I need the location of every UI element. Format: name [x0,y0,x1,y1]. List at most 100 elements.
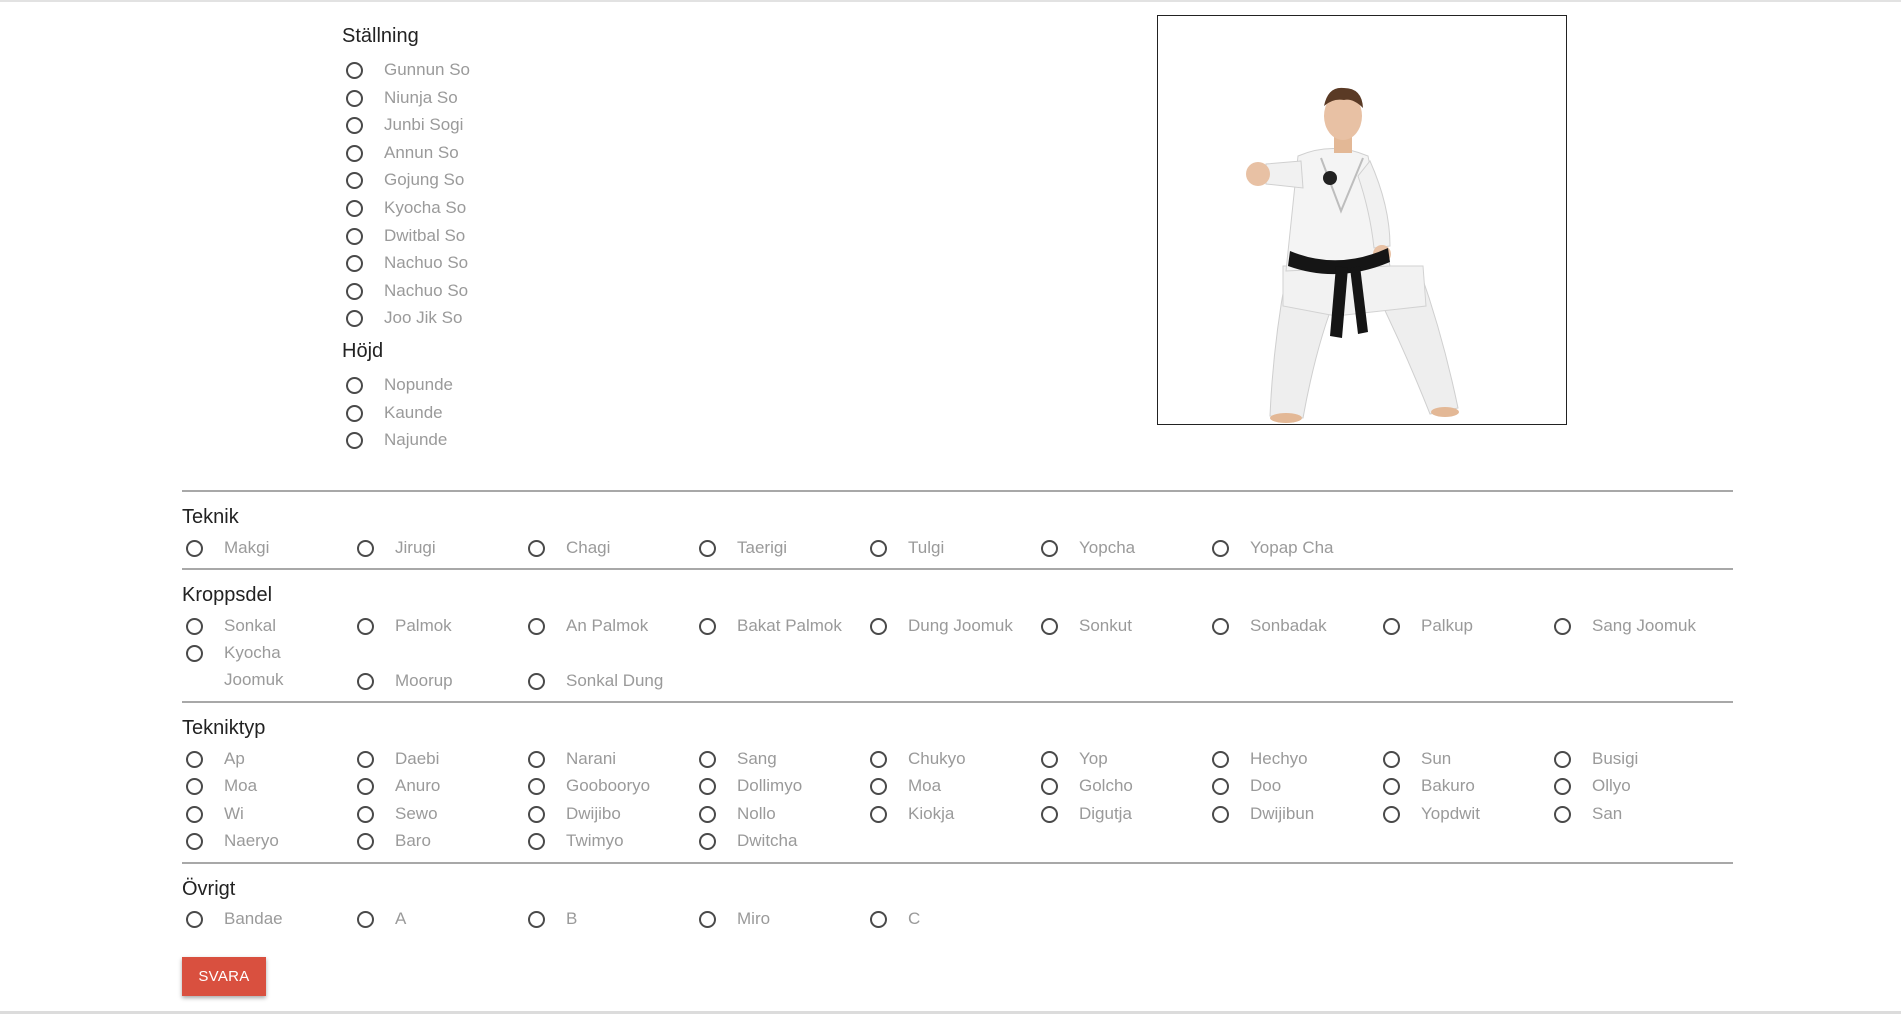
kroppsdel-option[interactable]: Palkup [1383,616,1473,640]
tekniktyp-option[interactable]: Sewo [357,804,438,828]
kroppsdel-option[interactable]: Sonkal [186,616,276,640]
hojd-option[interactable]: Najunde [346,430,447,454]
tekniktyp-option[interactable]: Moa [870,776,941,800]
radio-button[interactable] [346,144,363,162]
radio-button[interactable] [186,832,203,850]
stallning-option[interactable]: Gunnun So [346,60,470,84]
ovrigt-option[interactable]: Miro [699,909,770,933]
kroppsdel-option[interactable]: Sonkal Dung [528,671,663,695]
radio-button[interactable] [346,404,363,422]
kroppsdel-option[interactable]: Kyocha Joomuk [186,643,324,689]
tekniktyp-option[interactable]: Daebi [357,749,439,773]
radio-button[interactable] [870,911,887,928]
tekniktyp-option[interactable]: Wi [186,804,244,828]
radio-button[interactable] [1041,778,1058,796]
kroppsdel-option[interactable]: Sonbadak [1212,616,1327,640]
teknik-option[interactable]: Tulgi [870,538,944,562]
radio-button[interactable] [1212,618,1229,635]
radio-button[interactable] [357,540,374,557]
svara-button[interactable]: SVARA [182,957,266,996]
kroppsdel-option[interactable]: Dung Joomuk [870,616,1013,640]
radio-button[interactable] [346,172,363,190]
radio-button[interactable] [357,672,374,690]
ovrigt-option[interactable]: Bandae [186,909,283,933]
radio-button[interactable] [186,751,203,768]
radio-button[interactable] [699,805,716,823]
tekniktyp-option[interactable]: Ap [186,749,245,773]
stallning-option[interactable]: Dwitbal So [346,226,465,250]
radio-button[interactable] [528,618,545,635]
tekniktyp-option[interactable]: Yop [1041,749,1108,773]
radio-button[interactable] [1554,778,1571,796]
teknik-option[interactable]: Chagi [528,538,610,562]
radio-button[interactable] [699,778,716,796]
hojd-option[interactable]: Nopunde [346,375,453,399]
radio-button[interactable] [870,778,887,796]
radio-button[interactable] [346,200,363,217]
tekniktyp-option[interactable]: Doo [1212,776,1281,800]
radio-button[interactable] [870,805,887,823]
tekniktyp-option[interactable]: Dollimyo [699,776,802,800]
tekniktyp-option[interactable]: Ollyo [1554,776,1631,800]
radio-button[interactable] [186,618,203,635]
radio-button[interactable] [870,618,887,635]
radio-button[interactable] [346,310,363,328]
radio-button[interactable] [346,89,363,107]
radio-button[interactable] [528,805,545,823]
tekniktyp-option[interactable]: Sun [1383,749,1451,773]
tekniktyp-option[interactable]: Bakuro [1383,776,1475,800]
tekniktyp-option[interactable]: Kiokja [870,804,954,828]
radio-button[interactable] [346,62,363,79]
tekniktyp-option[interactable]: Golcho [1041,776,1133,800]
teknik-option[interactable]: Makgi [186,538,269,562]
radio-button[interactable] [186,911,203,928]
tekniktyp-option[interactable]: Goobooryo [528,776,650,800]
kroppsdel-option[interactable]: Palmok [357,616,452,640]
tekniktyp-option[interactable]: Twimyo [528,831,624,855]
radio-button[interactable] [1383,778,1400,796]
radio-button[interactable] [186,778,203,796]
radio-button[interactable] [1212,805,1229,823]
radio-button[interactable] [357,778,374,796]
teknik-option[interactable]: Taerigi [699,538,787,562]
radio-button[interactable] [346,117,363,135]
tekniktyp-option[interactable]: Chukyo [870,749,966,773]
radio-button[interactable] [346,227,363,245]
radio-button[interactable] [528,832,545,850]
radio-button[interactable] [346,255,363,273]
radio-button[interactable] [1383,751,1400,768]
tekniktyp-option[interactable]: Yopdwit [1383,804,1480,828]
radio-button[interactable] [346,282,363,300]
radio-button[interactable] [346,377,363,394]
tekniktyp-option[interactable]: Hechyo [1212,749,1308,773]
radio-button[interactable] [1212,778,1229,796]
radio-button[interactable] [1383,618,1400,635]
radio-button[interactable] [528,540,545,557]
radio-button[interactable] [1212,751,1229,768]
radio-button[interactable] [357,911,374,928]
stallning-option[interactable]: Kyocha So [346,198,466,222]
teknik-option[interactable]: Jirugi [357,538,436,562]
radio-button[interactable] [1554,805,1571,823]
tekniktyp-option[interactable]: Anuro [357,776,440,800]
radio-button[interactable] [357,751,374,768]
radio-button[interactable] [699,618,716,635]
radio-button[interactable] [186,805,203,823]
teknik-option[interactable]: Yopcha [1041,538,1135,562]
radio-button[interactable] [357,805,374,823]
radio-button[interactable] [1041,618,1058,635]
radio-button[interactable] [1041,805,1058,823]
tekniktyp-option[interactable]: Baro [357,831,431,855]
radio-button[interactable] [870,751,887,768]
kroppsdel-option[interactable]: An Palmok [528,616,648,640]
stallning-option[interactable]: Joo Jik So [346,308,462,332]
kroppsdel-option[interactable]: Sonkut [1041,616,1132,640]
radio-button[interactable] [699,832,716,850]
radio-button[interactable] [699,540,716,557]
ovrigt-option[interactable]: A [357,909,406,933]
radio-button[interactable] [357,618,374,635]
teknik-option[interactable]: Yopap Cha [1212,538,1334,562]
radio-button[interactable] [528,751,545,768]
radio-button[interactable] [186,645,203,663]
radio-button[interactable] [1041,751,1058,768]
